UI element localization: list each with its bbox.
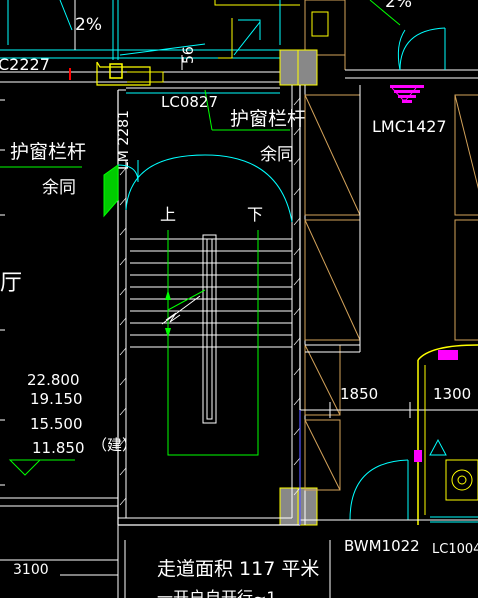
stair-up-label: 上 (160, 205, 176, 224)
dim-3100: 3100 (13, 562, 49, 578)
window-tag-c2227: C2227 (0, 55, 50, 74)
hall-label-fragment: 蟖厅 (0, 271, 22, 296)
stair-door-tag: LM 2281 (116, 110, 132, 170)
window-tag-lmc1427: LMC1427 (372, 117, 447, 136)
bottom-partial-text: 一开户自开行~1 (157, 588, 277, 598)
dim-1300: 1300 (433, 385, 471, 403)
rail-label-left: 护窗栏杆 (10, 141, 86, 163)
window-tag-lc0827: LC0827 (161, 93, 218, 111)
elevation-4: 11.850 (32, 439, 85, 457)
window-tag-lc1004: LC1004 (432, 542, 478, 557)
pct-label-right: 2% (385, 0, 412, 12)
elevation-1: 22.800 (27, 371, 80, 389)
elevation-note: （建） (92, 436, 137, 454)
dim-1850: 1850 (340, 385, 378, 403)
corridor-area: 走道面积 117 平米 (157, 558, 319, 580)
same-label-left: 余同 (42, 178, 76, 198)
elevation-3: 15.500 (30, 415, 83, 433)
pct-label-left: 2% (75, 15, 102, 35)
elevation-2: 19.150 (30, 390, 83, 408)
cad-floor-plan: 2% 2% C2227 56 上 下 LM 2281 LC0827 护窗栏杆 余… (0, 0, 478, 598)
stair-down-label: 下 (247, 205, 263, 224)
rail-label-center: 护窗栏杆 (230, 108, 306, 130)
door-tag-bwm1022: BWM1022 (344, 537, 420, 555)
same-label-center: 余同 (260, 145, 294, 165)
dim-56: 56 (181, 46, 197, 64)
